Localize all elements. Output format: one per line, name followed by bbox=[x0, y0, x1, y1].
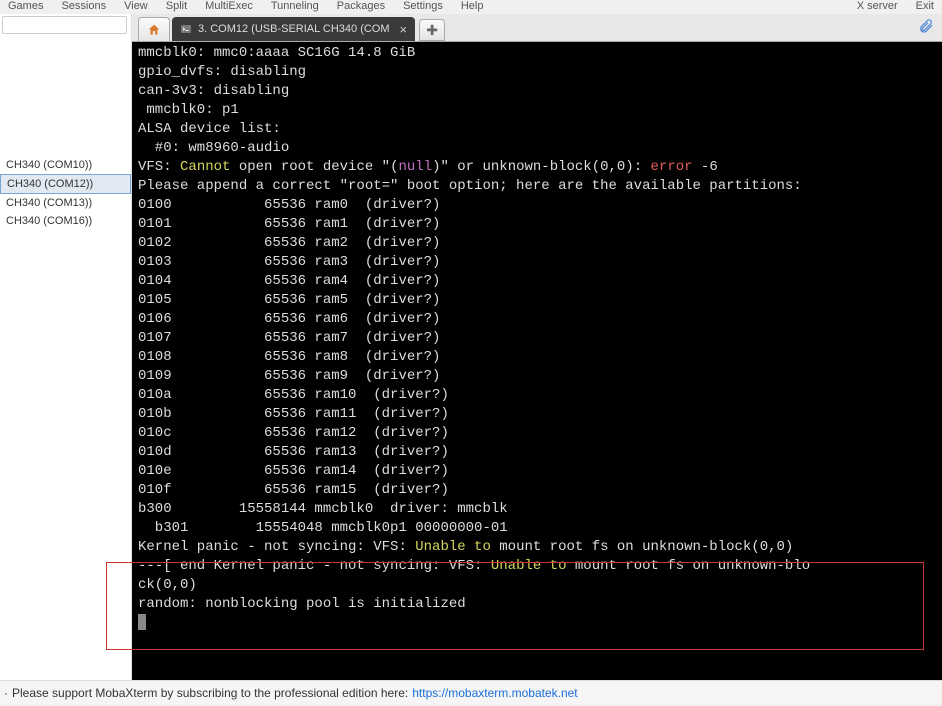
terminal-line: ---[ end Kernel panic - not syncing: VFS… bbox=[138, 557, 936, 576]
terminal-line: 0104 65536 ram4 (driver?) bbox=[138, 272, 936, 291]
terminal[interactable]: mmcblk0: mmc0:aaaa SC16G 14.8 GiBgpio_dv… bbox=[132, 42, 942, 680]
terminal-line: VFS: Cannot open root device "(null)" or… bbox=[138, 158, 936, 177]
menu-xserver[interactable]: X server bbox=[857, 0, 898, 12]
terminal-line: 0103 65536 ram3 (driver?) bbox=[138, 253, 936, 272]
terminal-line: Please append a correct "root=" boot opt… bbox=[138, 177, 936, 196]
sidebar-filter-input[interactable] bbox=[2, 16, 127, 34]
port-item[interactable]: CH340 (COM12)) bbox=[0, 174, 131, 194]
menu-settings[interactable]: Settings bbox=[403, 0, 443, 12]
terminal-line: b301 15554048 mmcblk0p1 00000000-01 bbox=[138, 519, 936, 538]
home-icon bbox=[147, 23, 161, 37]
plus-icon: ✚ bbox=[426, 22, 438, 39]
main-area: 3. COM12 (USB-SERIAL CH340 (COM × ✚ mmcb… bbox=[132, 14, 942, 680]
terminal-line: ck(0,0) bbox=[138, 576, 936, 595]
terminal-line: 0105 65536 ram5 (driver?) bbox=[138, 291, 936, 310]
footer-text: Please support MobaXterm by subscribing … bbox=[12, 686, 408, 700]
menu-split[interactable]: Split bbox=[166, 0, 187, 12]
paperclip-icon[interactable] bbox=[918, 18, 934, 34]
terminal-line: mmcblk0: mmc0:aaaa SC16G 14.8 GiB bbox=[138, 44, 936, 63]
footer: · Please support MobaXterm by subscribin… bbox=[0, 680, 942, 704]
terminal-line: can-3v3: disabling bbox=[138, 82, 936, 101]
terminal-line: 010e 65536 ram14 (driver?) bbox=[138, 462, 936, 481]
tab-active[interactable]: 3. COM12 (USB-SERIAL CH340 (COM × bbox=[172, 17, 415, 41]
menu-multiexec[interactable]: MultiExec bbox=[205, 0, 253, 12]
tab-title: 3. COM12 (USB-SERIAL CH340 (COM bbox=[198, 23, 390, 35]
terminal-icon bbox=[180, 23, 192, 35]
terminal-line: #0: wm8960-audio bbox=[138, 139, 936, 158]
port-list: CH340 (COM10))CH340 (COM12))CH340 (COM13… bbox=[0, 156, 131, 230]
menu-tunneling[interactable]: Tunneling bbox=[271, 0, 319, 12]
terminal-line: 0102 65536 ram2 (driver?) bbox=[138, 234, 936, 253]
terminal-line: 0100 65536 ram0 (driver?) bbox=[138, 196, 936, 215]
terminal-line: 0106 65536 ram6 (driver?) bbox=[138, 310, 936, 329]
terminal-line: 010b 65536 ram11 (driver?) bbox=[138, 405, 936, 424]
terminal-line: 010c 65536 ram12 (driver?) bbox=[138, 424, 936, 443]
terminal-line: Kernel panic - not syncing: VFS: Unable … bbox=[138, 538, 936, 557]
port-item[interactable]: CH340 (COM16)) bbox=[0, 212, 131, 230]
port-item[interactable]: CH340 (COM10)) bbox=[0, 156, 131, 174]
terminal-line: 010a 65536 ram10 (driver?) bbox=[138, 386, 936, 405]
terminal-line: 0108 65536 ram8 (driver?) bbox=[138, 348, 936, 367]
menu-games[interactable]: Games bbox=[8, 0, 43, 12]
terminal-line: b300 15558144 mmcblk0 driver: mmcblk bbox=[138, 500, 936, 519]
new-tab-button[interactable]: ✚ bbox=[419, 19, 445, 41]
terminal-line: mmcblk0: p1 bbox=[138, 101, 936, 120]
menu-sessions[interactable]: Sessions bbox=[61, 0, 106, 12]
menu-view[interactable]: View bbox=[124, 0, 148, 12]
tab-bar: 3. COM12 (USB-SERIAL CH340 (COM × ✚ bbox=[132, 14, 942, 42]
port-item[interactable]: CH340 (COM13)) bbox=[0, 194, 131, 212]
terminal-line: 0101 65536 ram1 (driver?) bbox=[138, 215, 936, 234]
terminal-line: gpio_dvfs: disabling bbox=[138, 63, 936, 82]
terminal-line: 0107 65536 ram7 (driver?) bbox=[138, 329, 936, 348]
menubar: Games Sessions View Split MultiExec Tunn… bbox=[0, 0, 942, 14]
terminal-line: 0109 65536 ram9 (driver?) bbox=[138, 367, 936, 386]
home-tab[interactable] bbox=[138, 17, 170, 41]
close-icon[interactable]: × bbox=[400, 22, 408, 37]
menu-exit[interactable]: Exit bbox=[916, 0, 934, 12]
sidebar: CH340 (COM10))CH340 (COM12))CH340 (COM13… bbox=[0, 14, 132, 680]
terminal-line: 010d 65536 ram13 (driver?) bbox=[138, 443, 936, 462]
cursor bbox=[138, 614, 146, 630]
terminal-line: random: nonblocking pool is initialized bbox=[138, 595, 936, 614]
footer-link[interactable]: https://mobaxterm.mobatek.net bbox=[412, 686, 577, 700]
menu-help[interactable]: Help bbox=[461, 0, 484, 12]
terminal-line: ALSA device list: bbox=[138, 120, 936, 139]
menu-packages[interactable]: Packages bbox=[337, 0, 385, 12]
terminal-line: 010f 65536 ram15 (driver?) bbox=[138, 481, 936, 500]
